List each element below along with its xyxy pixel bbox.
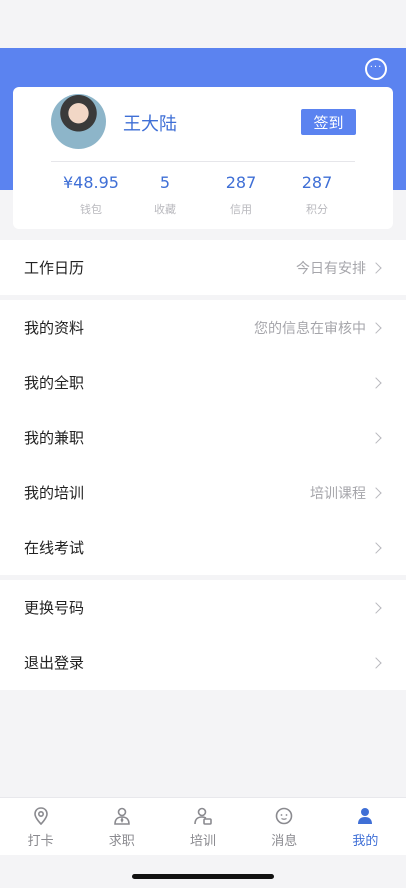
menu-item-change-phone[interactable]: 更换号码 <box>0 580 406 635</box>
menu-item-detail: 您的信息在审核中 <box>254 320 366 337</box>
menu-item-my-profile[interactable]: 我的资料 您的信息在审核中 <box>0 300 406 355</box>
menu-item-title: 退出登录 <box>24 654 85 672</box>
checkin-button[interactable]: 签到 <box>301 109 356 135</box>
menu-item-title: 更换号码 <box>24 599 85 617</box>
menu-item-title: 我的培训 <box>24 484 85 502</box>
menu-item-work-calendar[interactable]: 工作日历 今日有安排 <box>0 240 406 295</box>
tab-bar: 打卡 求职 培训 消息 我的 <box>0 797 406 855</box>
stat-label: 收藏 <box>154 203 176 216</box>
chevron-right-icon <box>370 321 382 334</box>
menu-item-online-exam[interactable]: 在线考试 <box>0 520 406 575</box>
job-icon <box>113 807 130 825</box>
tab-label: 消息 <box>271 834 298 849</box>
tab-label: 求职 <box>108 834 135 849</box>
menu-item-my-parttime[interactable]: 我的兼职 <box>0 410 406 465</box>
chevron-right-icon <box>370 656 382 669</box>
training-icon <box>194 807 212 825</box>
menu-item-title: 我的兼职 <box>24 429 85 447</box>
stat-credit[interactable]: 287 信用 <box>201 173 281 217</box>
menu-group-calendar: 工作日历 今日有安排 <box>0 240 406 295</box>
menu-item-title: 在线考试 <box>24 539 85 557</box>
chevron-right-icon <box>370 431 382 444</box>
tab-label: 我的 <box>352 834 379 849</box>
tab-messages[interactable]: 消息 <box>244 798 325 855</box>
username: 王大陆 <box>123 114 177 135</box>
menu-group-personal: 我的资料 您的信息在审核中 我的全职 我的兼职 我的培训 培训课程 在线考试 <box>0 300 406 575</box>
menu-item-detail: 今日有安排 <box>296 260 366 277</box>
tab-label: 打卡 <box>27 834 54 849</box>
chevron-right-icon <box>370 261 382 274</box>
stat-wallet[interactable]: ¥48.95 钱包 <box>51 173 131 217</box>
status-bar <box>0 0 406 48</box>
menu-item-my-fulltime[interactable]: 我的全职 <box>0 355 406 410</box>
menu-item-title: 工作日历 <box>24 259 85 277</box>
stat-value: 287 <box>301 173 333 192</box>
tab-checkin[interactable]: 打卡 <box>0 798 81 855</box>
menu-item-title: 我的资料 <box>24 319 85 337</box>
stat-favorites[interactable]: 5 收藏 <box>125 173 205 217</box>
menu-item-my-training[interactable]: 我的培训 培训课程 <box>0 465 406 520</box>
stat-label: 积分 <box>306 203 328 216</box>
stat-value: 5 <box>159 173 171 192</box>
tab-training[interactable]: 培训 <box>162 798 243 855</box>
stat-label: 信用 <box>230 203 252 216</box>
tab-label: 培训 <box>190 834 217 849</box>
menu-item-detail: 培训课程 <box>310 485 366 502</box>
chevron-right-icon <box>370 541 382 554</box>
stat-label: 钱包 <box>80 203 102 216</box>
tab-mine[interactable]: 我的 <box>325 798 406 855</box>
chevron-right-icon <box>370 486 382 499</box>
location-icon <box>33 807 48 826</box>
chevron-right-icon <box>370 601 382 614</box>
menu-item-logout[interactable]: 退出登录 <box>0 635 406 690</box>
avatar[interactable] <box>51 94 106 149</box>
chevron-right-icon <box>370 376 382 389</box>
stat-value: 287 <box>225 173 257 192</box>
profile-icon <box>358 808 373 824</box>
stat-value: ¥48.95 <box>63 173 119 192</box>
message-icon[interactable]: ··· <box>365 58 387 80</box>
menu-item-title: 我的全职 <box>24 374 85 392</box>
menu-group-account: 更换号码 退出登录 <box>0 580 406 690</box>
divider <box>51 161 355 162</box>
profile-card: 王大陆 签到 ¥48.95 钱包 5 收藏 287 信用 287 积分 <box>13 87 393 229</box>
home-indicator <box>132 874 274 879</box>
message-icon <box>275 807 293 825</box>
stat-points[interactable]: 287 积分 <box>277 173 357 217</box>
tab-jobs[interactable]: 求职 <box>81 798 162 855</box>
